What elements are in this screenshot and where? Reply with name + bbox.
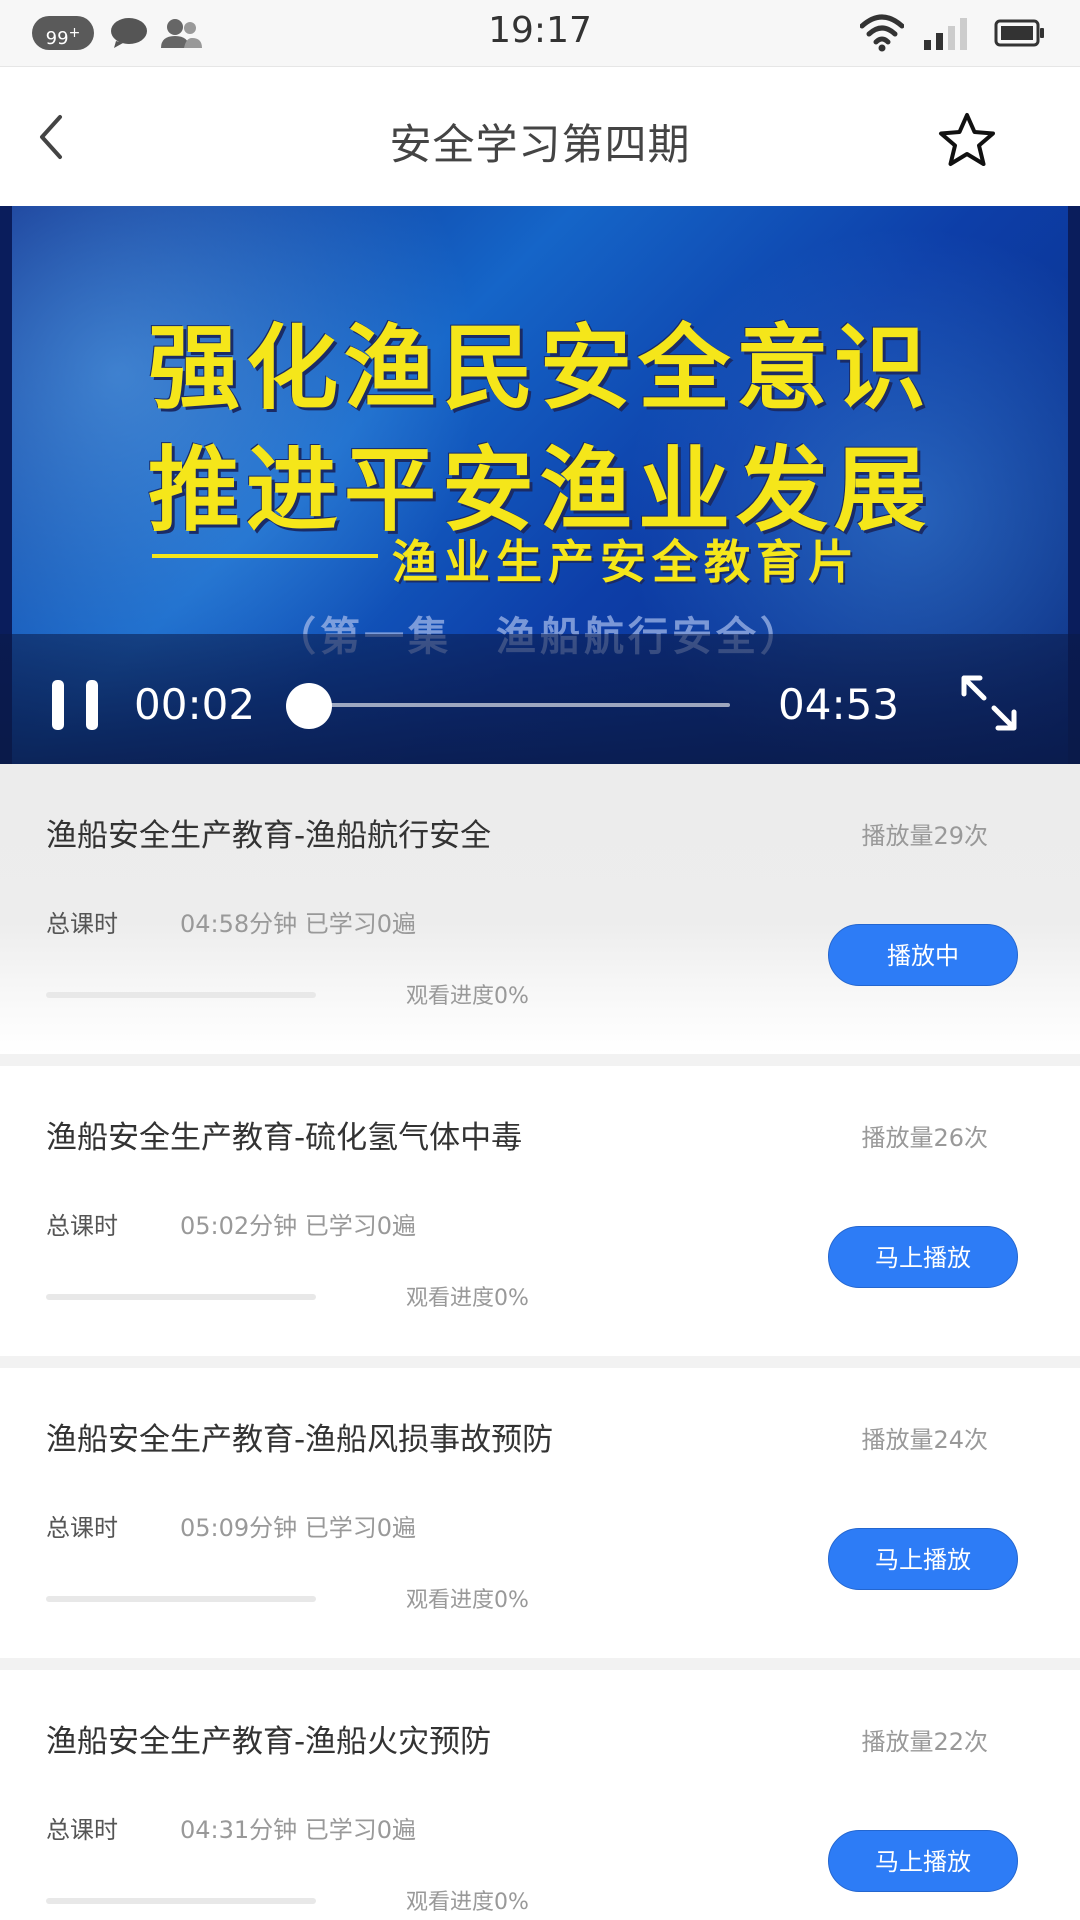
video-caption-subtitle: 渔业生产安全教育片 [392, 535, 860, 589]
play-button[interactable]: 马上播放 [828, 1830, 1018, 1892]
status-time: 19:17 [488, 10, 592, 51]
total-time: 04:53 [778, 680, 900, 729]
watch-progress-bar [46, 992, 316, 998]
total-hours-label: 总课时 [46, 1816, 118, 1844]
list-item[interactable]: 渔船安全生产教育-渔船风损事故预防 播放量24次 总课时 05:09分钟 已学习… [0, 1368, 1080, 1658]
course-duration: 04:58分钟 已学习0遍 [180, 910, 417, 938]
course-duration: 04:31分钟 已学习0遍 [180, 1816, 417, 1844]
seek-thumb[interactable] [285, 683, 332, 729]
watch-progress-bar [46, 1596, 316, 1602]
nav-bar: 安全学习第四期 [0, 66, 1080, 206]
course-duration: 05:09分钟 已学习0遍 [180, 1514, 417, 1542]
list-item[interactable]: 渔船安全生产教育-渔船火灾预防 播放量22次 总课时 04:31分钟 已学习0遍… [0, 1670, 1080, 1920]
pause-button[interactable] [52, 680, 98, 730]
course-title: 渔船安全生产教育-渔船航行安全 [46, 818, 492, 854]
play-count: 播放量24次 [861, 1426, 988, 1454]
play-button[interactable]: 马上播放 [828, 1226, 1018, 1288]
watch-progress-bar [46, 1898, 316, 1904]
watch-progress-text: 观看进度0% [406, 1286, 529, 1311]
play-count: 播放量26次 [861, 1124, 988, 1152]
pause-icon [86, 680, 98, 730]
pause-icon [52, 680, 64, 730]
total-hours-label: 总课时 [46, 910, 118, 938]
status-bar: 99+ 19:17 [0, 0, 1080, 66]
course-title: 渔船安全生产教育-硫化氢气体中毒 [46, 1120, 523, 1156]
wifi-icon [860, 14, 904, 52]
list-item[interactable]: 渔船安全生产教育-硫化氢气体中毒 播放量26次 总课时 05:02分钟 已学习0… [0, 1066, 1080, 1356]
seek-bar[interactable] [306, 703, 730, 707]
total-hours-label: 总课时 [46, 1212, 118, 1240]
fullscreen-icon[interactable] [958, 672, 1020, 734]
play-count: 播放量29次 [861, 822, 988, 850]
video-caption-line1: 强化渔民安全意识 [147, 315, 932, 422]
play-button[interactable]: 播放中 [828, 924, 1018, 986]
watch-progress-text: 观看进度0% [406, 1890, 529, 1915]
watch-progress-text: 观看进度0% [406, 1588, 529, 1613]
total-hours-label: 总课时 [46, 1514, 118, 1542]
signal-icon [924, 18, 967, 50]
course-title: 渔船安全生产教育-渔船火灾预防 [46, 1724, 492, 1760]
video-controls: 00:02 04:53 [0, 634, 1080, 764]
play-button[interactable]: 马上播放 [828, 1528, 1018, 1590]
video-caption-rule [152, 554, 378, 558]
play-count: 播放量22次 [861, 1728, 988, 1756]
watch-progress-text: 观看进度0% [406, 984, 529, 1009]
current-time: 00:02 [134, 680, 256, 729]
battery-icon [994, 19, 1044, 47]
page-title: 安全学习第四期 [389, 120, 691, 169]
star-icon[interactable] [936, 111, 998, 169]
course-list: 渔船安全生产教育-渔船航行安全 播放量29次 总课时 04:58分钟 已学习0遍… [0, 764, 1080, 1920]
course-duration: 05:02分钟 已学习0遍 [180, 1212, 417, 1240]
video-player[interactable]: 强化渔民安全意识 推进平安渔业发展 渔业生产安全教育片 （第一集 渔船航行安全）… [0, 206, 1080, 764]
course-title: 渔船安全生产教育-渔船风损事故预防 [46, 1422, 554, 1458]
list-item[interactable]: 渔船安全生产教育-渔船航行安全 播放量29次 总课时 04:58分钟 已学习0遍… [0, 764, 1080, 1054]
watch-progress-bar [46, 1294, 316, 1300]
